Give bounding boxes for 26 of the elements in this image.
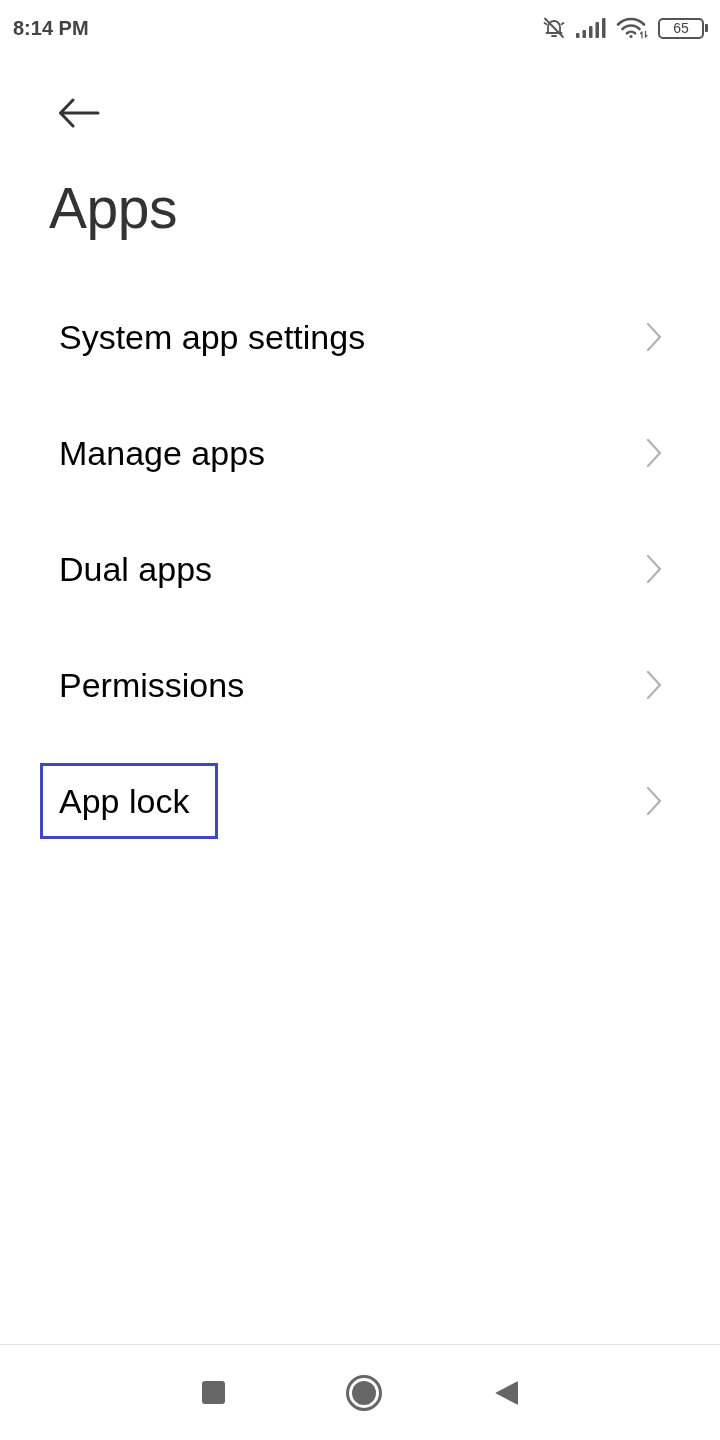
status-time: 8:14 PM: [13, 16, 89, 41]
back-triangle-icon: [494, 1379, 519, 1406]
settings-row[interactable]: App lock: [0, 743, 720, 859]
settings-row[interactable]: System app settings: [0, 279, 720, 395]
chevron-right-icon: [646, 438, 662, 468]
row-label: App lock: [40, 763, 219, 839]
chevron-right-icon: [646, 670, 662, 700]
wifi-icon: [616, 17, 648, 39]
row-label: Dual apps: [58, 549, 214, 590]
home-button[interactable]: [345, 1374, 382, 1411]
chevron-right-icon: [646, 554, 662, 584]
chevron-right-icon: [646, 322, 662, 352]
chevron-right-icon: [646, 786, 662, 816]
signal-icon: [576, 18, 606, 38]
row-label: Permissions: [58, 665, 246, 706]
back-nav-button[interactable]: [494, 1379, 519, 1406]
row-label: Manage apps: [58, 433, 267, 474]
back-button[interactable]: [58, 98, 100, 128]
settings-row[interactable]: Permissions: [0, 627, 720, 743]
settings-row[interactable]: Dual apps: [0, 511, 720, 627]
recents-button[interactable]: [201, 1381, 225, 1404]
battery-indicator: 65: [658, 17, 708, 39]
settings-row[interactable]: Manage apps: [0, 395, 720, 511]
row-label: System app settings: [58, 317, 367, 358]
muted-bell-icon: [542, 17, 566, 39]
back-arrow-icon: [58, 98, 100, 128]
